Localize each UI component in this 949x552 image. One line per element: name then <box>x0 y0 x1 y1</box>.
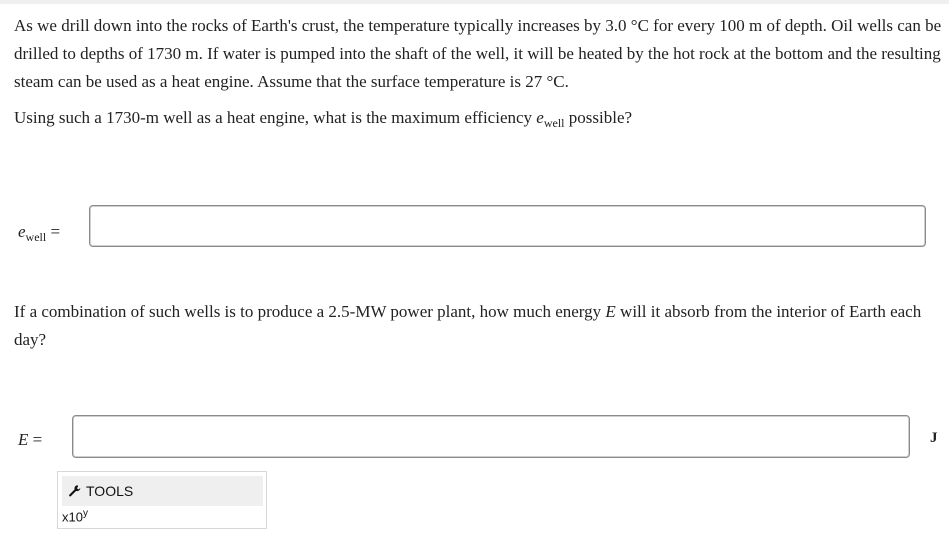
question-1-variable: e <box>536 108 544 127</box>
energy-unit: J <box>930 430 938 446</box>
efficiency-answer-input[interactable] <box>89 205 926 247</box>
question-1-tail: possible? <box>564 108 633 127</box>
efficiency-label-subscript: well <box>25 230 47 244</box>
scientific-notation-button[interactable]: x10y <box>62 508 88 524</box>
wrench-icon <box>69 485 81 497</box>
tools-panel: TOOLS x10y <box>57 471 267 529</box>
question-1-subscript: well <box>543 116 565 130</box>
question-2-variable: E <box>605 302 616 321</box>
question-1-text: Using such a 1730-m well as a heat engin… <box>14 108 537 127</box>
question-2: If a combination of such wells is to pro… <box>14 298 944 354</box>
question-1: Using such a 1730-m well as a heat engin… <box>14 104 944 137</box>
energy-label: E = <box>18 428 42 452</box>
sci-exponent: y <box>82 508 88 519</box>
tools-label: TOOLS <box>86 483 134 499</box>
energy-answer-input[interactable] <box>72 415 910 458</box>
efficiency-label-variable: e <box>18 222 26 241</box>
sci-base: x10 <box>62 509 83 525</box>
top-divider <box>0 0 949 4</box>
tools-button[interactable]: TOOLS <box>62 476 263 506</box>
problem-intro: As we drill down into the rocks of Earth… <box>14 16 942 91</box>
efficiency-label-equals: = <box>46 222 61 241</box>
efficiency-label: ewell = <box>18 220 60 249</box>
question-2-text: If a combination of such wells is to pro… <box>14 302 606 321</box>
energy-label-equals: = <box>28 430 43 449</box>
page: As we drill down into the rocks of Earth… <box>0 0 949 552</box>
energy-label-variable: E <box>18 430 29 449</box>
